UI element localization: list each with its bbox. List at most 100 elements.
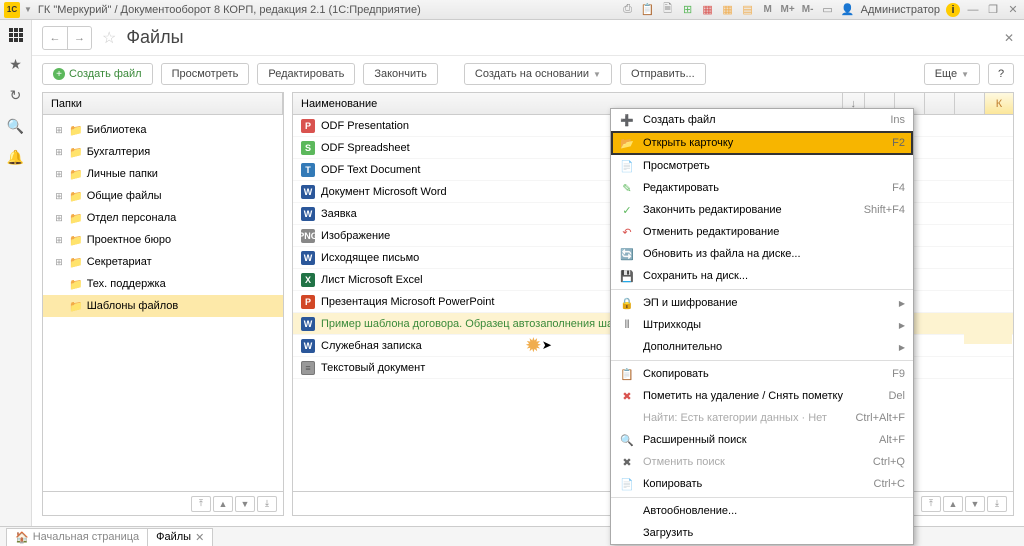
menu-item[interactable]: 🔒ЭП и шифрование▶ <box>611 292 913 314</box>
scroll-up-icon[interactable]: ▲ <box>943 496 963 512</box>
back-button[interactable]: ← <box>43 27 67 49</box>
create-file-button[interactable]: +Создать файл <box>42 63 153 85</box>
folder-label: Шаблоны файлов <box>87 300 179 312</box>
txt-file-icon: ≡ <box>301 361 315 375</box>
menu-item[interactable]: 💾Сохранить на диск... <box>611 265 913 287</box>
user-icon[interactable]: 👤 <box>841 3 855 17</box>
folder-item[interactable]: 📁Тех. поддержка <box>43 273 283 295</box>
menu-item[interactable]: ➕Создать файлIns <box>611 109 913 131</box>
close-tab-icon[interactable]: ✕ <box>195 531 204 544</box>
sections-icon[interactable] <box>9 28 23 42</box>
expand-icon[interactable]: ⊞ <box>53 235 65 246</box>
scroll-up-icon[interactable]: ▲ <box>213 496 233 512</box>
menu-item[interactable]: Автообновление... <box>611 500 913 522</box>
app-logo-icon: 1С <box>4 2 20 18</box>
menu-item[interactable]: ✖Отменить поискCtrl+Q <box>611 451 913 473</box>
scroll-down-icon[interactable]: ▼ <box>965 496 985 512</box>
menu-item[interactable]: 📄КопироватьCtrl+C <box>611 473 913 495</box>
favorite-star-icon[interactable]: ☆ <box>102 28 116 48</box>
info-icon[interactable]: i <box>946 3 960 17</box>
files-tab[interactable]: Файлы ✕ <box>147 528 213 546</box>
menu-item-icon: 🔒 <box>619 297 635 310</box>
expand-icon[interactable]: ⊞ <box>53 125 65 136</box>
search-icon[interactable]: 🔍 <box>7 118 24 135</box>
favorites-icon[interactable]: ★ <box>9 56 22 73</box>
finish-button[interactable]: Закончить <box>363 63 438 85</box>
scroll-top-icon[interactable]: ⤒ <box>191 496 211 512</box>
col-letter[interactable]: К <box>985 93 1013 114</box>
toolbar-icon[interactable]: ▭ <box>821 3 835 17</box>
calc-icon[interactable]: ⊞ <box>681 3 695 17</box>
col-status[interactable] <box>925 93 955 114</box>
notifications-icon[interactable]: 🔔 <box>7 149 24 166</box>
calendar-icon[interactable]: ▦ <box>701 3 715 17</box>
window-title: ГК "Меркурий" / Документооборот 8 КОРП, … <box>38 4 621 16</box>
menu-item[interactable]: Загрузить <box>611 522 913 544</box>
menu-item[interactable]: ✓Закончить редактированиеShift+F4 <box>611 199 913 221</box>
m-button[interactable]: M <box>761 3 775 17</box>
expand-icon[interactable]: ⊞ <box>53 213 65 224</box>
expand-icon[interactable]: ⊞ <box>53 169 65 180</box>
menu-item[interactable]: Найти: Есть категории данных · НетCtrl+A… <box>611 407 913 429</box>
edit-button[interactable]: Редактировать <box>257 63 355 85</box>
folder-label: Бухгалтерия <box>87 146 151 158</box>
calendar2-icon[interactable]: ▦ <box>721 3 735 17</box>
folder-item[interactable]: ⊞📁Личные папки <box>43 163 283 185</box>
user-name[interactable]: Администратор <box>861 4 940 16</box>
menu-shortcut: Del <box>888 390 905 402</box>
create-based-button[interactable]: Создать на основании▼ <box>464 63 612 85</box>
more-button[interactable]: Еще▼ <box>924 63 980 85</box>
menu-item-label: Просмотреть <box>643 160 905 172</box>
menu-item[interactable]: ✎РедактироватьF4 <box>611 177 913 199</box>
menu-shortcut: F2 <box>892 137 905 149</box>
send-button[interactable]: Отправить... <box>620 63 706 85</box>
close-page-icon[interactable]: ✕ <box>1004 31 1014 45</box>
folder-label: Личные папки <box>87 168 158 180</box>
menu-separator <box>611 360 913 361</box>
home-tab[interactable]: 🏠 Начальная страница <box>6 528 148 546</box>
menu-item[interactable]: 🔍Расширенный поискAlt+F <box>611 429 913 451</box>
menu-shortcut: Ctrl+Alt+F <box>855 412 905 424</box>
menu-dropdown-icon[interactable]: ▼ <box>24 5 32 14</box>
print-icon[interactable]: ⎙ <box>621 3 635 17</box>
scroll-down-icon[interactable]: ▼ <box>235 496 255 512</box>
expand-icon[interactable]: ⊞ <box>53 147 65 158</box>
folder-item[interactable]: ⊞📁Секретариат <box>43 251 283 273</box>
scroll-top-icon[interactable]: ⤒ <box>921 496 941 512</box>
menu-item[interactable]: Дополнительно▶ <box>611 336 913 358</box>
scroll-bottom-icon[interactable]: ⤓ <box>987 496 1007 512</box>
folder-tree[interactable]: ⊞📁Библиотека⊞📁Бухгалтерия⊞📁Личные папки⊞… <box>43 115 283 491</box>
folder-item[interactable]: ⊞📁Бухгалтерия <box>43 141 283 163</box>
view-button[interactable]: Просмотреть <box>161 63 250 85</box>
m-plus-button[interactable]: M+ <box>781 3 795 17</box>
m-minus-button[interactable]: M- <box>801 3 815 17</box>
menu-item[interactable]: 📄Просмотреть <box>611 155 913 177</box>
folder-item[interactable]: 📁Шаблоны файлов <box>43 295 283 317</box>
schedule-icon[interactable]: ▤ <box>741 3 755 17</box>
menu-item[interactable]: ⦀Штрихкоды▶ <box>611 314 913 336</box>
expand-icon[interactable]: ⊞ <box>53 257 65 268</box>
restore-icon[interactable]: ❐ <box>986 3 1000 17</box>
menu-item[interactable]: 🔄Обновить из файла на диске... <box>611 243 913 265</box>
menu-item[interactable]: 📋СкопироватьF9 <box>611 363 913 385</box>
folders-header[interactable]: Папки <box>43 93 283 114</box>
forward-button[interactable]: → <box>67 27 91 49</box>
menu-item[interactable]: 📂Открыть карточкуF2 <box>611 131 913 155</box>
expand-icon[interactable]: ⊞ <box>53 191 65 202</box>
minimize-icon[interactable]: — <box>966 3 980 17</box>
file-name: Презентация Microsoft PowerPoint <box>321 296 494 308</box>
help-button[interactable]: ? <box>988 63 1014 85</box>
menu-item[interactable]: ↶Отменить редактирование <box>611 221 913 243</box>
folder-item[interactable]: ⊞📁Отдел персонала <box>43 207 283 229</box>
compare-icon[interactable]: 🗎 <box>661 3 675 17</box>
folder-item[interactable]: ⊞📁Проектное бюро <box>43 229 283 251</box>
folder-item[interactable]: ⊞📁Общие файлы <box>43 185 283 207</box>
history-icon[interactable]: ↻ <box>10 87 22 104</box>
scroll-bottom-icon[interactable]: ⤓ <box>257 496 277 512</box>
close-window-icon[interactable]: ✕ <box>1006 3 1020 17</box>
folder-item[interactable]: ⊞📁Библиотека <box>43 119 283 141</box>
col-tag[interactable] <box>955 93 985 114</box>
clipboard-icon[interactable]: 📋 <box>641 3 655 17</box>
menu-item[interactable]: ✖Пометить на удаление / Снять пометкуDel <box>611 385 913 407</box>
file-name: Пример шаблона договора. Образец автозап… <box>321 318 647 330</box>
